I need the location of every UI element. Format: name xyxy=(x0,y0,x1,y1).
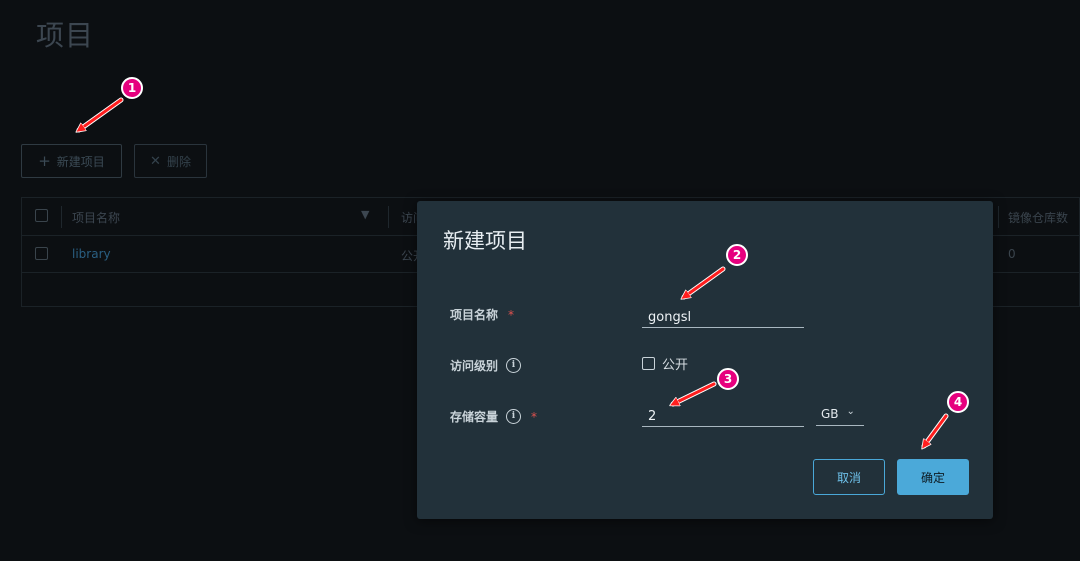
storage-unit-select[interactable]: GB ⌄ xyxy=(816,401,864,426)
project-name-input[interactable]: gongsl xyxy=(642,304,804,328)
project-name-link[interactable]: library xyxy=(72,247,111,261)
header-project-name[interactable]: 项目名称 xyxy=(72,209,120,226)
delete-button[interactable]: ✕ 删除 xyxy=(134,144,207,178)
dialog-title: 新建项目 xyxy=(443,229,527,253)
public-checkbox[interactable] xyxy=(642,357,655,370)
project-name-label-text: 项目名称 xyxy=(450,308,499,322)
required-mark: * xyxy=(508,307,515,322)
public-checkbox-label[interactable]: 公开 xyxy=(662,354,688,373)
new-project-button[interactable]: + 新建项目 xyxy=(21,144,122,178)
storage-quota-label: 存储容量 i * xyxy=(450,408,537,425)
delete-label: 删除 xyxy=(166,154,191,169)
header-repo-count[interactable]: 镜像仓库数 xyxy=(1008,209,1068,226)
close-icon: ✕ xyxy=(150,153,161,169)
step-badge-4: 4 xyxy=(947,391,969,413)
required-mark: * xyxy=(531,409,538,424)
filter-icon[interactable]: ▼ xyxy=(361,208,369,221)
access-level-label-text: 访问级别 xyxy=(450,359,499,373)
arrow-1 xyxy=(79,97,124,130)
info-icon[interactable]: i xyxy=(506,409,522,424)
column-divider xyxy=(61,206,62,228)
plus-icon: + xyxy=(38,151,51,170)
storage-quota-input[interactable]: 2 xyxy=(642,403,804,427)
confirm-button[interactable]: 确定 xyxy=(897,459,969,495)
project-name-label: 项目名称 * xyxy=(450,306,514,323)
public-checkbox-field[interactable]: 公开 xyxy=(642,354,688,373)
step-badge-1: 1 xyxy=(121,77,143,99)
info-icon[interactable]: i xyxy=(506,358,522,373)
column-divider xyxy=(998,206,999,228)
project-repo-count: 0 xyxy=(1008,247,1016,261)
storage-quota-label-text: 存储容量 xyxy=(450,410,499,424)
page-title: 项目 xyxy=(36,19,95,52)
new-project-label: 新建项目 xyxy=(56,154,105,169)
storage-unit-value: GB xyxy=(821,407,839,421)
step-badge-2: 2 xyxy=(726,244,748,266)
new-project-dialog: 新建项目 项目名称 * gongsl 访问级别 i 公开 存储容量 i * 2 … xyxy=(417,201,993,519)
access-level-label: 访问级别 i xyxy=(450,357,522,374)
column-divider xyxy=(388,206,389,228)
cancel-button[interactable]: 取消 xyxy=(813,459,885,495)
select-all-checkbox[interactable] xyxy=(35,209,48,222)
step-badge-3: 3 xyxy=(717,368,739,390)
row-checkbox[interactable] xyxy=(35,247,48,260)
chevron-down-icon: ⌄ xyxy=(846,406,855,417)
